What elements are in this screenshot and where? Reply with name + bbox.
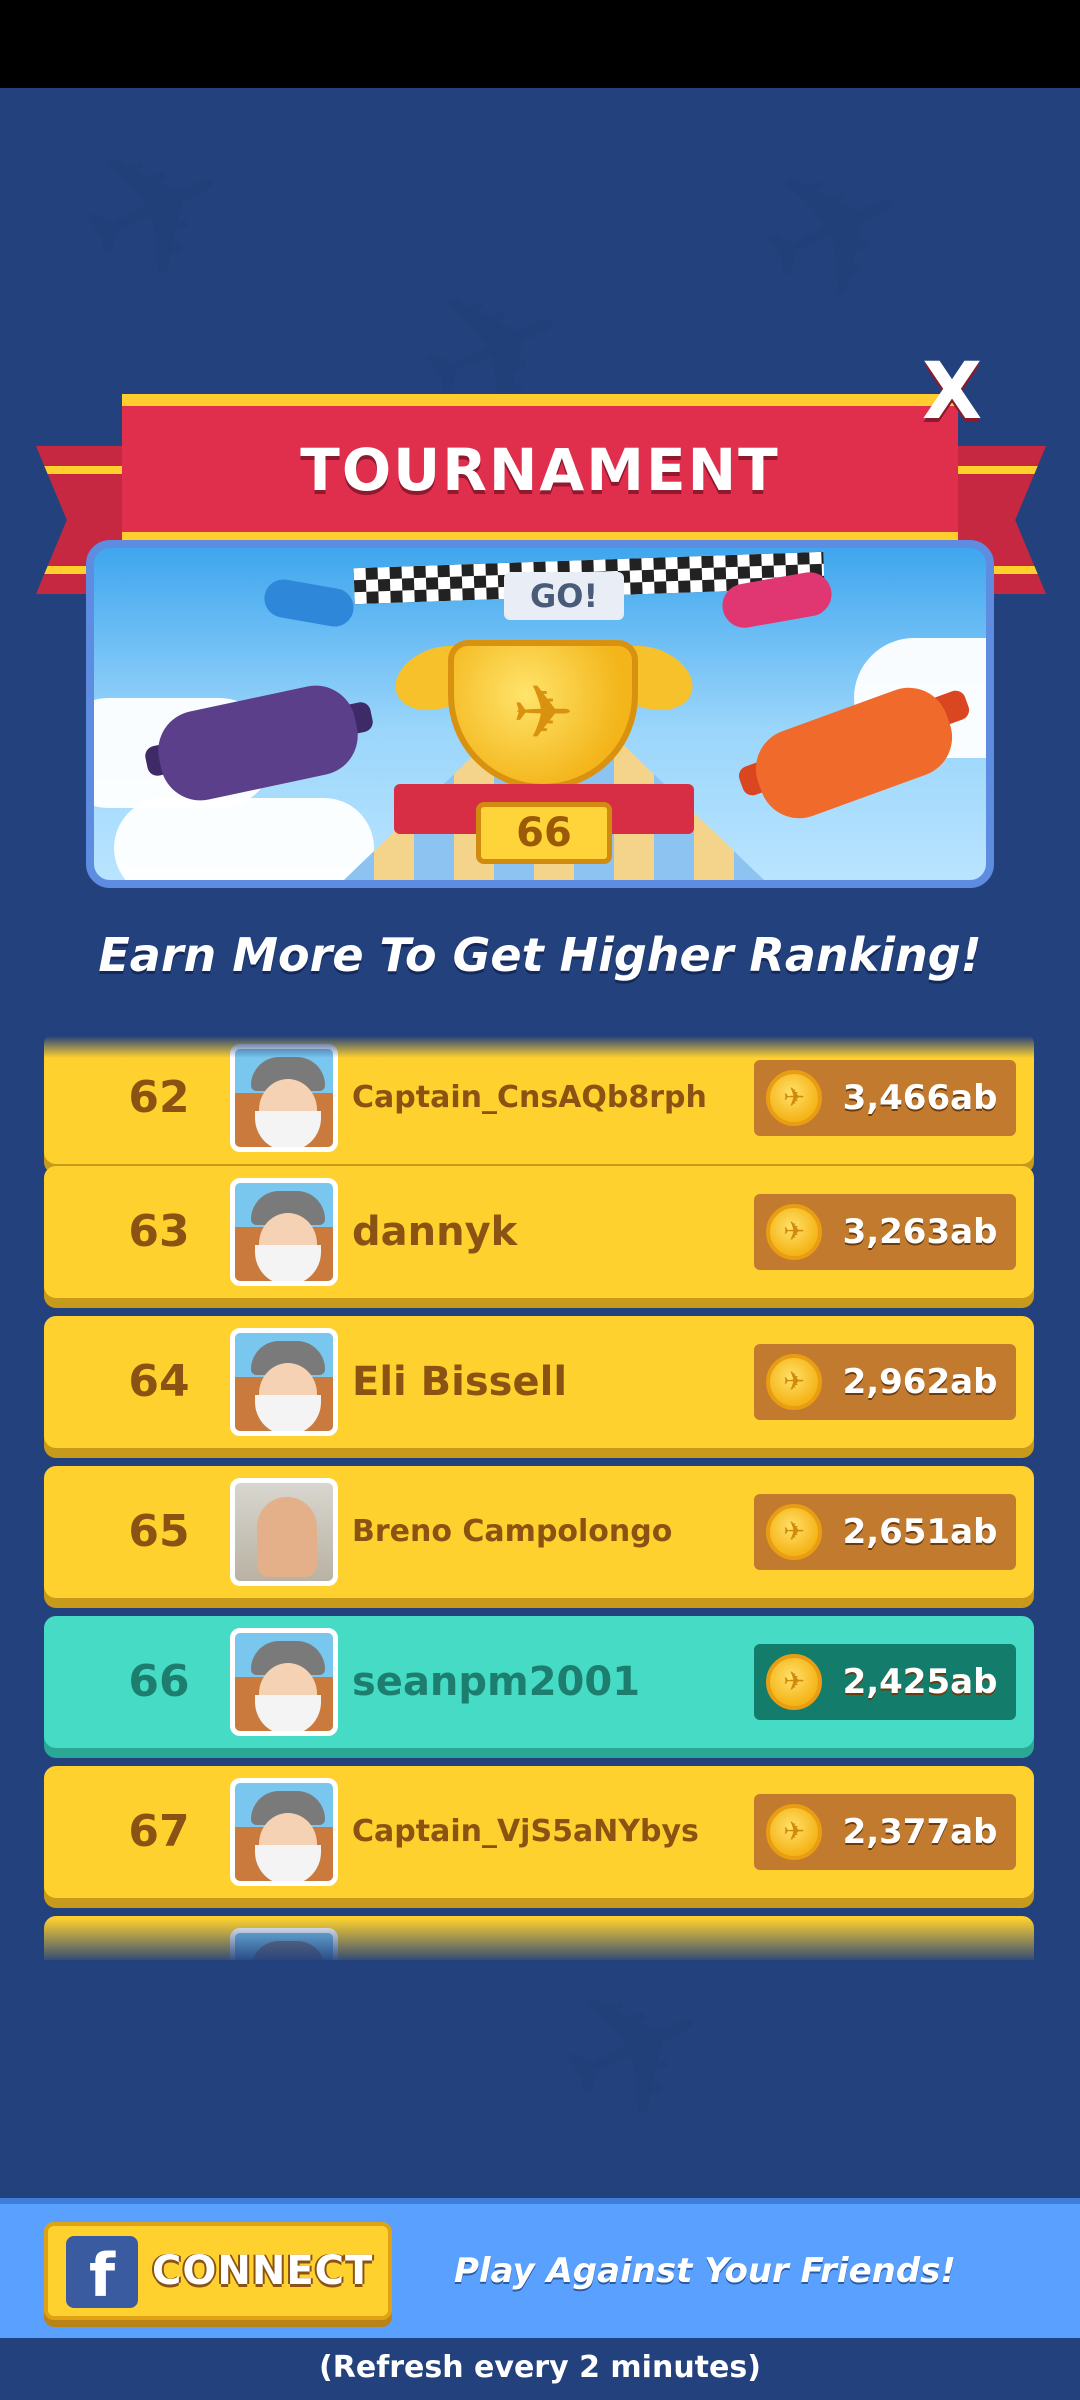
pilot-avatar	[230, 1778, 338, 1886]
score-box: ✈ 2,425ab	[754, 1644, 1016, 1720]
score-box: ✈ 2,651ab	[754, 1494, 1016, 1570]
background-plane-icon: ✈	[42, 88, 268, 340]
leaderboard-list[interactable]: 62 Captain_CnsAQb8rph ✈ 3,466ab 63 danny…	[0, 1036, 1080, 1960]
leaderboard-row: 63 dannyk ✈ 3,263ab	[44, 1166, 1034, 1298]
rank-number: 63	[128, 1206, 190, 1257]
score-box: ✈ 2,377ab	[754, 1794, 1016, 1870]
tournament-banner: GO! 66	[86, 540, 994, 888]
leaderboard-row-current-player: 66 seanpm2001 ✈ 2,425ab	[44, 1616, 1034, 1748]
photo-avatar	[230, 1478, 338, 1586]
score-value: 2,651ab	[842, 1512, 998, 1552]
pilot-avatar	[230, 1044, 338, 1152]
score-box: ✈ 3,263ab	[754, 1194, 1016, 1270]
leaderboard-row: 64 Eli Bissell ✈ 2,962ab	[44, 1316, 1034, 1448]
player-name: Captain_VjS5aNYbys	[352, 1814, 699, 1849]
rank-number: 64	[128, 1356, 190, 1407]
list-fade-top	[0, 1036, 1080, 1058]
go-sign: GO!	[504, 572, 624, 620]
coin-icon: ✈	[766, 1804, 822, 1860]
coin-icon: ✈	[766, 1070, 822, 1126]
score-value: 2,425ab	[842, 1662, 998, 1702]
leaderboard-row: 65 Breno Campolongo ✈ 2,651ab	[44, 1466, 1034, 1598]
pilot-avatar	[230, 1628, 338, 1736]
refresh-note: (Refresh every 2 minutes)	[319, 2350, 761, 2385]
pilot-avatar	[230, 1328, 338, 1436]
coin-icon: ✈	[766, 1354, 822, 1410]
leaderboard-row: 67 Captain_VjS5aNYbys ✈ 2,377ab	[44, 1766, 1034, 1898]
title-ribbon: TOURNAMENT	[122, 394, 958, 544]
bottom-bar: f CONNECT Play Against Your Friends!	[0, 2198, 1080, 2338]
trophy-rank-plaque: 66	[476, 802, 612, 864]
rank-number: 65	[128, 1506, 190, 1557]
coin-icon: ✈	[766, 1504, 822, 1560]
friends-prompt: Play Against Your Friends!	[454, 2251, 956, 2291]
rank-number: 66	[128, 1656, 190, 1707]
page-title: TOURNAMENT	[300, 436, 780, 504]
cloud	[114, 798, 374, 880]
background-plane-icon: ✈	[722, 105, 948, 360]
score-value: 3,466ab	[842, 1078, 998, 1118]
player-name: seanpm2001	[352, 1659, 641, 1705]
score-value: 2,962ab	[842, 1362, 998, 1402]
blue-plane-icon	[261, 576, 357, 630]
facebook-connect-button[interactable]: f CONNECT	[44, 2222, 392, 2320]
connect-label: CONNECT	[152, 2248, 374, 2294]
rank-number: 67	[128, 1806, 190, 1857]
score-box: ✈ 2,962ab	[754, 1344, 1016, 1420]
pilot-avatar	[230, 1178, 338, 1286]
ranking-subtitle: Earn More To Get Higher Ranking!	[98, 928, 982, 982]
score-box: ✈ 3,466ab	[754, 1060, 1016, 1136]
coin-icon: ✈	[766, 1654, 822, 1710]
status-bar	[0, 0, 1080, 88]
player-name: Breno Campolongo	[352, 1514, 673, 1549]
player-name: Eli Bissell	[352, 1359, 568, 1405]
score-value: 2,377ab	[842, 1812, 998, 1852]
list-fade-bottom	[0, 1918, 1080, 1964]
close-button[interactable]: X	[922, 352, 982, 432]
player-name: dannyk	[352, 1209, 518, 1255]
facebook-icon: f	[66, 2236, 138, 2311]
score-value: 3,263ab	[842, 1212, 998, 1252]
coin-icon: ✈	[766, 1204, 822, 1260]
